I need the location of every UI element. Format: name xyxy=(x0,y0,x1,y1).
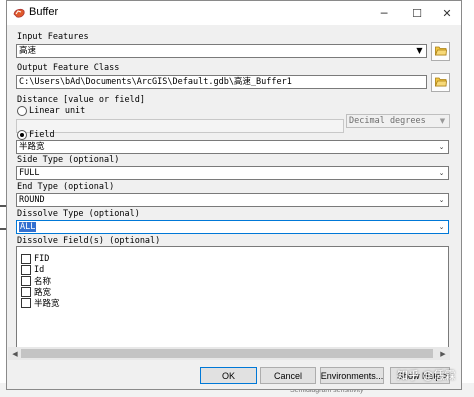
cancel-button[interactable]: Cancel xyxy=(260,367,316,384)
checkbox-id[interactable] xyxy=(21,264,31,275)
side-type-value: FULL xyxy=(19,168,40,178)
window-title: Buffer xyxy=(29,6,59,18)
list-item-id[interactable]: Id xyxy=(21,264,44,275)
end-type-value: ROUND xyxy=(19,195,45,205)
chevron-down-icon[interactable]: ⌄ xyxy=(435,221,448,233)
open-folder-icon xyxy=(434,45,447,59)
dissolve-type-value: ALL xyxy=(19,222,37,232)
linear-unit-value-input[interactable] xyxy=(16,119,344,133)
end-type-combo[interactable]: ROUND ⌄ xyxy=(16,193,449,207)
end-type-label: End Type (optional) xyxy=(17,182,115,192)
input-features-combo[interactable]: 高速 ▼ xyxy=(16,44,427,58)
distance-field-combo[interactable]: 半路宽 ⌄ xyxy=(16,140,449,154)
checkbox-name[interactable] xyxy=(21,275,31,286)
browse-output-button[interactable] xyxy=(431,73,450,92)
list-item-half-road-width[interactable]: 半路宽 xyxy=(21,297,60,309)
dissolve-fields-label: Dissolve Field(s) (optional) xyxy=(17,236,161,246)
maximize-icon: ☐ xyxy=(412,6,422,20)
minimize-button[interactable]: ─ xyxy=(369,1,399,25)
distance-label: Distance [value or field] xyxy=(17,95,145,105)
field-radio-label: Field xyxy=(29,130,55,140)
close-icon: ✕ xyxy=(442,6,452,20)
list-item-label: FID xyxy=(34,253,50,264)
buffer-tool-icon xyxy=(12,6,26,20)
linear-unit-radio[interactable] xyxy=(17,106,27,116)
title-bar[interactable]: Buffer ─ ☐ ✕ xyxy=(7,1,461,25)
scroll-left-icon[interactable]: ◀ xyxy=(9,347,21,360)
environments-button[interactable]: Environments... xyxy=(320,367,384,384)
parameters-panel[interactable]: Input Features 高速 ▼ Output Feature Class… xyxy=(8,26,450,360)
background-canvas-right xyxy=(462,0,474,397)
checkbox-road-width[interactable] xyxy=(21,286,31,297)
checkbox-fid[interactable] xyxy=(21,253,31,264)
distance-unit-value: Decimal degrees xyxy=(349,116,426,126)
minimize-icon: ─ xyxy=(380,6,388,20)
maximize-button[interactable]: ☐ xyxy=(402,1,432,25)
ok-button[interactable]: OK xyxy=(200,367,257,384)
dissolve-fields-list[interactable]: FID Id 名称 路宽 半路宽 xyxy=(16,246,449,359)
list-item-label: 半路宽 xyxy=(34,298,60,309)
input-features-value: 高速 xyxy=(19,46,37,56)
dissolve-type-label: Dissolve Type (optional) xyxy=(17,209,140,219)
chevron-down-icon[interactable]: ⌄ xyxy=(435,141,448,153)
close-button[interactable]: ✕ xyxy=(432,1,462,25)
side-type-label: Side Type (optional) xyxy=(17,155,120,165)
chevron-down-icon[interactable]: ⌄ xyxy=(435,194,448,206)
dissolve-type-combo[interactable]: ALL ⌄ xyxy=(16,220,449,234)
input-features-label: Input Features xyxy=(17,32,89,42)
scrollbar-thumb[interactable] xyxy=(21,349,433,358)
list-item-label: Id xyxy=(34,264,45,275)
browse-input-button[interactable] xyxy=(431,42,450,61)
chevron-down-icon[interactable]: ▼ xyxy=(436,115,449,127)
open-folder-icon xyxy=(434,76,447,90)
scroll-right-icon[interactable]: ▶ xyxy=(437,347,449,360)
watermark: 知乎 @恁霖 xyxy=(397,369,456,382)
checkbox-half-road-width[interactable] xyxy=(21,297,31,308)
chevron-down-icon[interactable]: ▼ xyxy=(413,45,426,57)
field-radio[interactable] xyxy=(17,130,27,140)
list-item-road-width[interactable]: 路宽 xyxy=(21,286,51,298)
list-item-name[interactable]: 名称 xyxy=(21,275,51,287)
linear-unit-label: Linear unit xyxy=(29,106,86,116)
dialog-footer: OK Cancel Environments... Show Help >> xyxy=(7,361,461,389)
horizontal-scrollbar[interactable]: ◀ ▶ xyxy=(8,347,450,360)
chevron-down-icon[interactable]: ⌄ xyxy=(435,167,448,179)
distance-unit-combo[interactable]: Decimal degrees ▼ xyxy=(346,114,450,128)
buffer-dialog: Buffer ─ ☐ ✕ Input Features 高速 ▼ Output … xyxy=(6,0,462,390)
side-type-combo[interactable]: FULL ⌄ xyxy=(16,166,449,180)
output-feature-class-input[interactable]: C:\Users\bAd\Documents\ArcGIS\Default.gd… xyxy=(16,75,427,89)
output-feature-class-value: C:\Users\bAd\Documents\ArcGIS\Default.gd… xyxy=(19,77,292,87)
distance-field-value: 半路宽 xyxy=(19,142,45,152)
list-item-fid[interactable]: FID xyxy=(21,253,49,264)
output-feature-class-label: Output Feature Class xyxy=(17,63,120,73)
